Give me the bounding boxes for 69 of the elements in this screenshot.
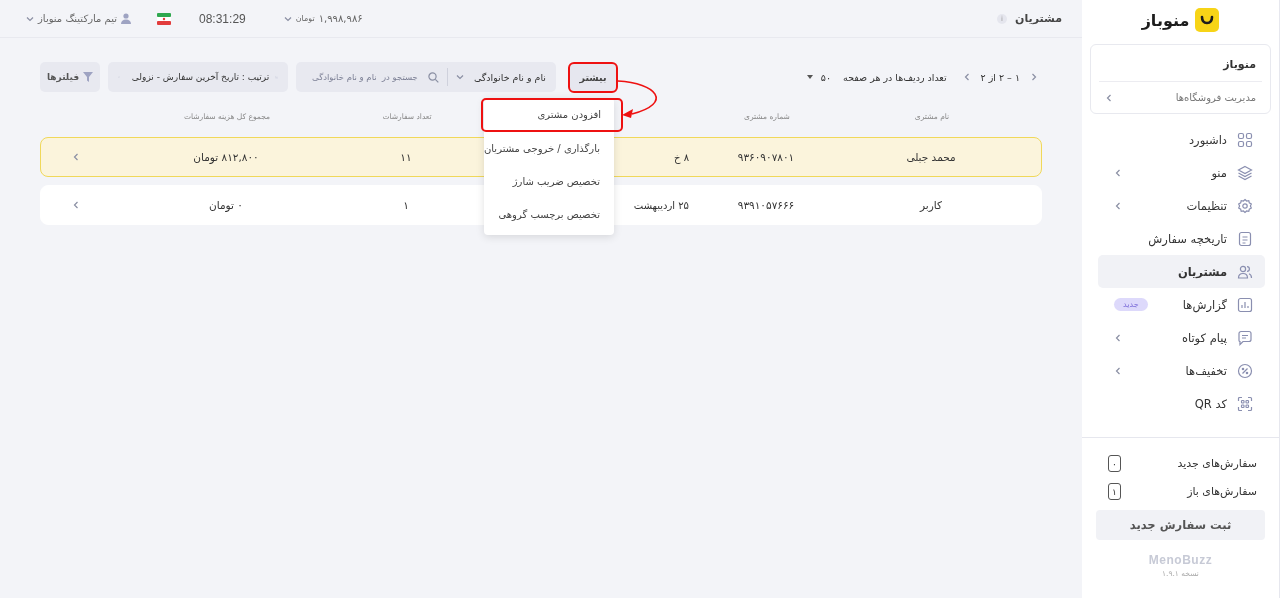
nav-item[interactable]: تخفیف‌ها bbox=[1098, 354, 1265, 387]
table-cell-text: ۸۱۲,۸۰۰ تومان bbox=[192, 151, 260, 163]
balance-dropdown[interactable]: ۱,۹۹۸,۹۸۶ تومان bbox=[283, 13, 363, 24]
table-cell-text: محمد جبلی bbox=[905, 151, 957, 163]
more-button[interactable]: بیشتر bbox=[568, 61, 618, 93]
menu-item[interactable]: افزودن مشتری bbox=[481, 97, 623, 132]
table-cell: ۲۵ اردیبهشت bbox=[633, 199, 689, 211]
layers-icon bbox=[1237, 164, 1253, 181]
caret-down-icon bbox=[806, 75, 813, 79]
flag-icon bbox=[157, 12, 171, 25]
clock-time: 08:31:29 bbox=[199, 11, 246, 26]
chevron-left-icon bbox=[72, 201, 80, 209]
chevron-left-icon bbox=[1105, 93, 1113, 102]
manage-stores-link[interactable]: مدیریت فروشگاه‌ها bbox=[1091, 82, 1270, 113]
nav-item[interactable]: تاریخچه سفارش bbox=[1098, 222, 1265, 255]
nav-item[interactable]: داشبورد bbox=[1098, 123, 1265, 156]
logo-icon bbox=[1195, 8, 1220, 32]
chevron-down-icon bbox=[283, 14, 292, 23]
new-order-button[interactable]: ثبت سفارش جدید bbox=[1096, 510, 1265, 540]
chevron-down-icon bbox=[26, 14, 34, 23]
logo-text: منوباز bbox=[1141, 10, 1190, 30]
count-badge: ۰ bbox=[1108, 455, 1121, 472]
count-badge: ۱ bbox=[1108, 483, 1121, 500]
document-icon bbox=[1237, 230, 1253, 247]
search-field-select[interactable]: نام و نام خانوادگی bbox=[455, 71, 546, 83]
chevron-right-icon bbox=[1030, 73, 1038, 81]
table-cell-text: ۱ bbox=[402, 199, 410, 211]
nav-item[interactable]: کد QR bbox=[1098, 387, 1265, 420]
nav-item[interactable]: پیام کوتاه bbox=[1098, 321, 1265, 354]
filter-icon bbox=[83, 72, 94, 82]
nav-item[interactable]: گزارش‌ها جدید bbox=[1098, 288, 1265, 321]
grid-icon bbox=[1237, 131, 1253, 148]
chevron-left-icon bbox=[1114, 366, 1122, 375]
filters-button[interactable]: فیلترها bbox=[40, 62, 100, 92]
nav-item[interactable]: مشتریان bbox=[1098, 255, 1265, 288]
brand-logo-text: MenoBuzz bbox=[1147, 553, 1214, 567]
search-icon bbox=[427, 71, 439, 83]
chart-icon bbox=[1237, 296, 1253, 313]
chat-icon bbox=[1237, 329, 1253, 346]
rows-per-page-label: تعداد ردیف‌ها در هر صفحه bbox=[843, 71, 947, 83]
counter-label: سفارش‌های باز bbox=[1187, 485, 1257, 498]
table-cell-text: ۹۳۶۰۹۰۷۸۰۱ bbox=[736, 151, 796, 163]
rows-per-page-select[interactable]: ۵۰ bbox=[806, 71, 832, 83]
table-cell: ۸ خ bbox=[674, 151, 689, 163]
users-icon bbox=[1237, 263, 1253, 280]
chevron-left-icon bbox=[1114, 333, 1122, 342]
percent-icon bbox=[1237, 362, 1253, 379]
chevron-left-icon bbox=[1114, 201, 1122, 210]
new-badge: جدید bbox=[1114, 298, 1148, 311]
nav-item[interactable]: تنظیمات bbox=[1098, 189, 1265, 222]
chevron-left-icon bbox=[962, 73, 971, 81]
table-cell-text: ۰ تومان bbox=[208, 199, 244, 211]
nav-item[interactable]: منو bbox=[1098, 156, 1265, 189]
settings-icon bbox=[1237, 197, 1253, 214]
page-title: مشتریان bbox=[1015, 12, 1062, 25]
chevron-left-icon bbox=[1114, 168, 1122, 177]
chevron-down-icon bbox=[455, 73, 464, 81]
pagination-text: ۱ – ۲ از ۲ bbox=[980, 71, 1020, 83]
user-menu[interactable]: تیم مارکتینگ منوباز bbox=[26, 13, 131, 24]
table-cell-text: ۱۱ bbox=[399, 151, 413, 163]
store-name: منوباز bbox=[1099, 45, 1262, 82]
counter-label: سفارش‌های جدید bbox=[1177, 457, 1257, 470]
search-field[interactable]: جستجو در نام و نام خانوادگی bbox=[306, 71, 420, 83]
table-cell-text: کاربر bbox=[918, 199, 943, 211]
sort-select[interactable]: ترتیب : تاریخ آخرین سفارش - نزولی bbox=[108, 62, 288, 92]
chevron-left-icon bbox=[72, 153, 80, 161]
user-icon bbox=[121, 13, 131, 24]
table-cell-text: ۹۳۹۱۰۵۷۶۶۶ bbox=[736, 199, 796, 211]
qr-code-icon bbox=[1237, 395, 1253, 412]
